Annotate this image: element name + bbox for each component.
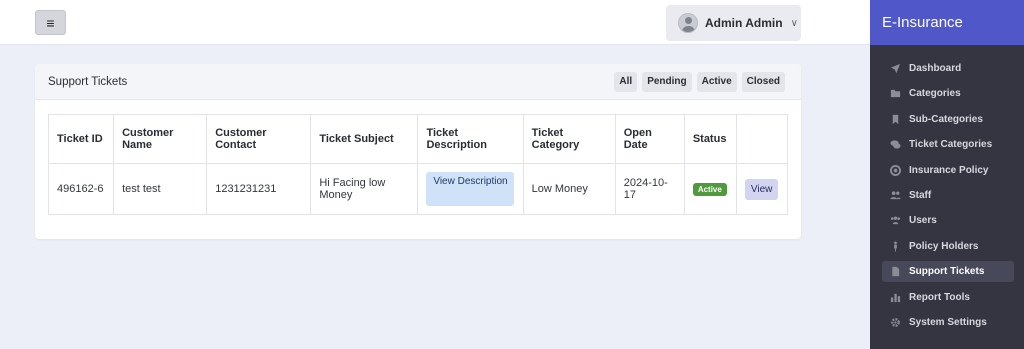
gear-icon [889, 317, 901, 328]
action-cell: View [735, 163, 789, 215]
ticket-category-cell: Low Money [522, 163, 616, 215]
ticket-id-cell: 496162-6 [47, 163, 115, 215]
customer-name-cell: test test [113, 163, 208, 215]
column-header: Ticket Description [417, 114, 524, 164]
card-title: Support Tickets [48, 75, 128, 88]
sidebar-item-label: Users [909, 215, 937, 227]
users-icon [889, 190, 901, 201]
file-icon [889, 266, 901, 277]
sidebar-item-system-settings[interactable]: System Settings [882, 312, 1014, 333]
status-filter-group: All Pending Active Closed [614, 72, 785, 92]
ticket-description-cell: View Description [417, 163, 524, 215]
column-header: Ticket ID [47, 114, 115, 164]
column-header: Open Date [614, 114, 685, 164]
sidebar-item-label: Support Tickets [909, 266, 985, 278]
comments-icon [889, 139, 901, 150]
table-header-row: Ticket ID Customer Name Customer Contact… [47, 114, 789, 164]
column-header: Status [683, 114, 737, 164]
sidebar-item-label: Staff [909, 189, 932, 201]
bookmark-icon [889, 114, 901, 125]
person-icon [889, 241, 901, 252]
sidebar-item-label: Ticket Categories [909, 139, 993, 151]
customer-contact-cell: 1231231231 [206, 163, 312, 215]
sidebar-item-categories[interactable]: Categories [882, 83, 1014, 104]
status-badge: Active [692, 182, 727, 196]
hamburger-icon: ≡ [46, 14, 55, 31]
filter-closed-button[interactable]: Closed [741, 72, 785, 92]
user-menu-button[interactable]: Admin Admin ∨ [666, 5, 801, 41]
sidebar-item-label: Sub-Categories [909, 113, 983, 125]
card-header: Support Tickets All Pending Active Close… [35, 64, 801, 100]
filter-active-button[interactable]: Active [696, 72, 737, 92]
sidebar-item-policy-holders[interactable]: Policy Holders [882, 236, 1014, 257]
sidebar-item-users[interactable]: Users [882, 210, 1014, 231]
sidebar-item-label: Dashboard [909, 63, 962, 74]
send-icon [889, 63, 901, 74]
avatar [678, 13, 698, 33]
menu-toggle-button[interactable]: ≡ [35, 10, 66, 35]
sidebar-item-sub-categories[interactable]: Sub-Categories [882, 109, 1014, 130]
bar-chart-icon [889, 292, 901, 303]
column-header: Ticket Subject [310, 114, 419, 164]
sidebar-item-support-tickets[interactable]: Support Tickets [882, 261, 1014, 283]
sidebar-item-label: Categories [909, 88, 961, 100]
sidebar-nav: Dashboard Categories Sub-Categories Tick… [870, 45, 1024, 333]
sidebar-item-report-tools[interactable]: Report Tools [882, 287, 1014, 308]
sidebar-item-label: Policy Holders [909, 240, 979, 252]
column-header: Customer Name [113, 114, 208, 164]
open-date-cell: 2024-10-17 [614, 163, 685, 215]
sidebar: E-Insurance Dashboard Categories Sub-Cat… [870, 0, 1024, 349]
column-header [735, 114, 789, 164]
view-description-button[interactable]: View Description [426, 172, 515, 206]
table-row: 496162-6 test test 1231231231 Hi Facing … [47, 163, 789, 215]
view-ticket-button[interactable]: View [744, 178, 779, 200]
sidebar-item-dashboard[interactable]: Dashboard [882, 58, 1014, 79]
filter-all-button[interactable]: All [614, 72, 638, 92]
sidebar-item-label: System Settings [909, 316, 987, 328]
tickets-table: Ticket ID Customer Name Customer Contact… [47, 114, 789, 215]
brand-title: E-Insurance [870, 0, 1024, 45]
column-header: Ticket Category [522, 114, 616, 164]
chevron-down-icon: ∨ [790, 17, 798, 29]
column-header: Customer Contact [206, 114, 312, 164]
folder-icon [889, 88, 901, 99]
support-tickets-card: Support Tickets All Pending Active Close… [35, 64, 801, 239]
user-group-icon [889, 215, 901, 226]
sidebar-item-insurance-policy[interactable]: Insurance Policy [882, 160, 1014, 181]
sidebar-item-ticket-categories[interactable]: Ticket Categories [882, 134, 1014, 155]
sidebar-item-label: Report Tools [909, 291, 970, 303]
ticket-subject-cell: Hi Facing low Money [310, 163, 419, 215]
sidebar-item-staff[interactable]: Staff [882, 185, 1014, 206]
user-name: Admin Admin [705, 16, 783, 30]
status-cell: Active [683, 163, 737, 215]
filter-pending-button[interactable]: Pending [642, 72, 692, 92]
top-bar: ≡ Admin Admin ∨ [0, 0, 870, 45]
lifebuoy-icon [889, 164, 901, 176]
sidebar-item-label: Insurance Policy [909, 164, 989, 176]
